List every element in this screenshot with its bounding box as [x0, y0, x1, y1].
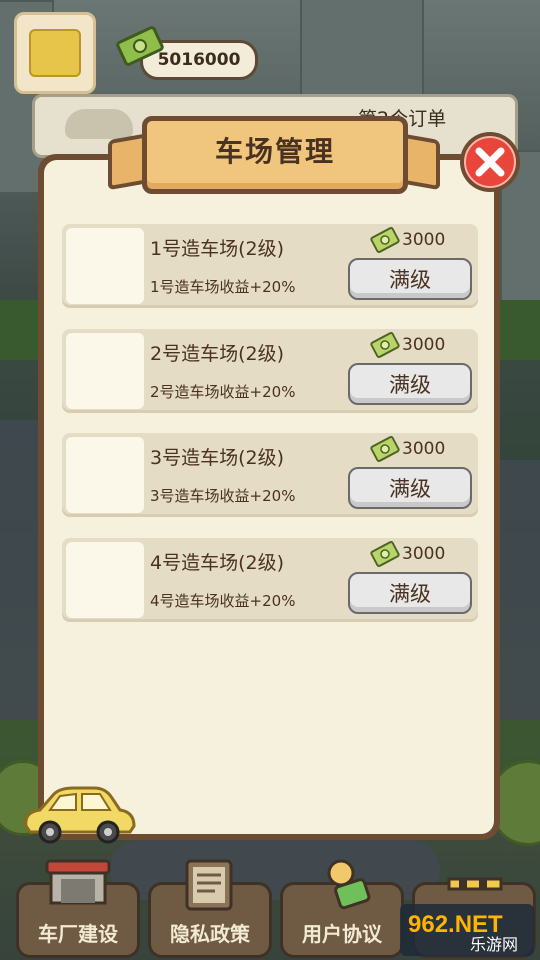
factory-bonus: 3号造车场收益+20% — [150, 487, 296, 505]
car-silhouette-icon — [65, 109, 133, 139]
upgrade-cost: 3000 — [402, 439, 446, 459]
factory-name: 4号造车场(2级) — [150, 552, 285, 574]
site-watermark-logo: 962.NET 乐游网 — [400, 904, 534, 956]
nav-label: 车厂建设 — [38, 922, 118, 946]
watermark-logo-text: 962.NET — [408, 911, 503, 938]
factory-thumbnail — [66, 228, 144, 304]
factory-name: 1号造车场(2级) — [150, 238, 285, 260]
upgrade-button[interactable]: 满级 — [348, 467, 472, 509]
upgrade-button[interactable]: 满级 — [348, 572, 472, 614]
avatar-character-icon — [29, 29, 81, 77]
cash-bundle-icon — [370, 227, 400, 253]
factory-bonus: 4号造车场收益+20% — [150, 592, 296, 610]
upgrade-button[interactable]: 满级 — [348, 258, 472, 300]
document-icon — [185, 859, 233, 911]
barrier-icon — [447, 877, 503, 891]
close-x-icon — [475, 147, 505, 177]
upgrade-cost: 3000 — [402, 335, 446, 355]
player-avatar[interactable] — [14, 12, 96, 94]
factory-name: 2号造车场(2级) — [150, 343, 285, 365]
factory-thumbnail — [66, 542, 144, 618]
factory-row-4: 4号造车场(2级) 4号造车场收益+20% 3000 满级 — [62, 538, 478, 622]
factory-name: 3号造车场(2级) — [150, 447, 285, 469]
factory-bonus: 1号造车场收益+20% — [150, 278, 296, 296]
factory-thumbnail — [66, 437, 144, 513]
close-button[interactable] — [460, 132, 520, 192]
money-value: 5016000 — [157, 50, 241, 70]
upgrade-cost: 3000 — [402, 544, 446, 564]
nav-label: 用户协议 — [302, 922, 382, 946]
cash-bundle-icon — [370, 541, 400, 567]
factory-row-3: 3号造车场(2级) 3号造车场收益+20% 3000 满级 — [62, 433, 478, 517]
user-agreement-button[interactable]: 用户协议 — [280, 859, 404, 958]
factory-bonus: 2号造车场收益+20% — [150, 383, 296, 401]
cash-bundle-icon — [370, 332, 400, 358]
privacy-policy-button[interactable]: 隐私政策 — [148, 859, 272, 958]
garage-icon — [45, 859, 111, 905]
modal-title: 车场管理 — [214, 135, 335, 168]
nav-label: 隐私政策 — [170, 922, 250, 946]
cash-bundle-icon — [370, 436, 400, 462]
yellow-car-icon — [24, 786, 136, 844]
factory-row-2: 2号造车场(2级) 2号造车场收益+20% 3000 满级 — [62, 329, 478, 413]
factory-thumbnail — [66, 333, 144, 409]
user-handshake-icon — [327, 859, 371, 910]
watermark-caption: 乐游网 — [470, 935, 518, 954]
factory-row-1: 1号造车场(2级) 1号造车场收益+20% 3000 满级 — [62, 224, 478, 308]
upgrade-button[interactable]: 满级 — [348, 363, 472, 405]
factory-build-button[interactable]: 车厂建设 — [16, 859, 140, 958]
upgrade-cost: 3000 — [402, 230, 446, 250]
